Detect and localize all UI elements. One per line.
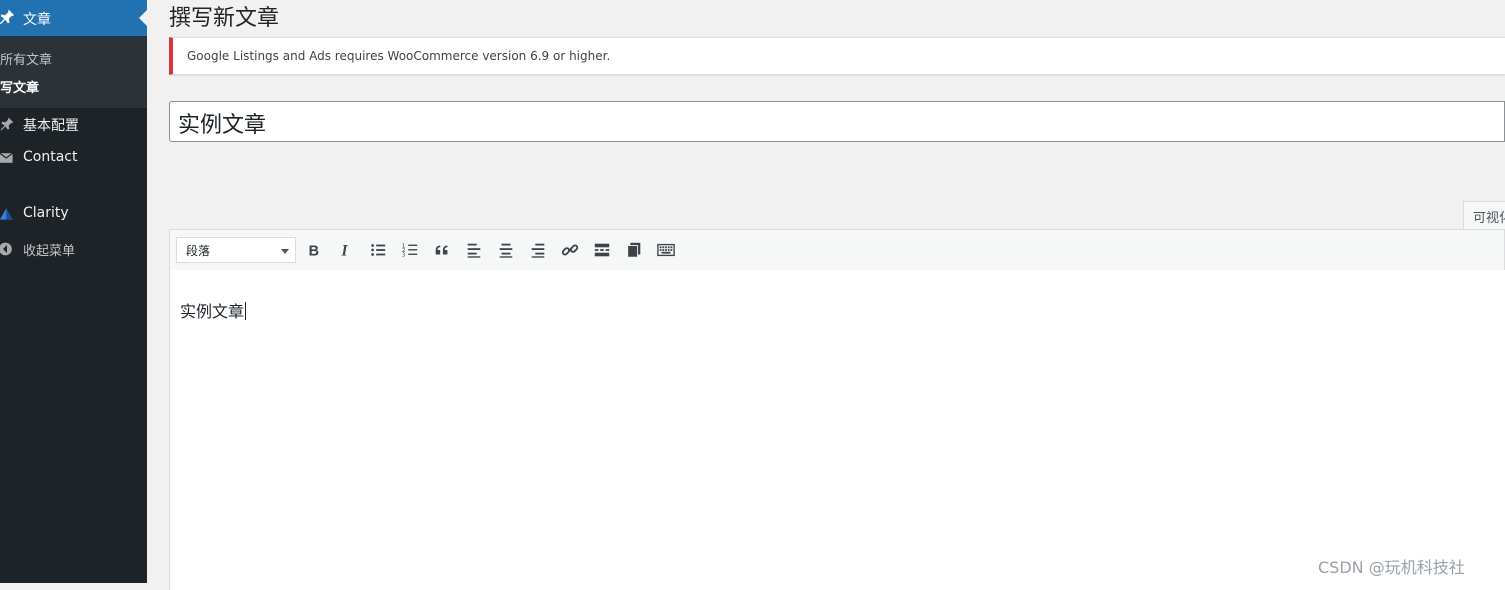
post-title-value: 实例文章 <box>178 113 267 138</box>
clarity-logo-icon <box>0 208 13 220</box>
align-left-icon <box>467 243 481 258</box>
italic-icon: I <box>341 242 349 259</box>
toolbar-toggle-button[interactable] <box>621 237 647 263</box>
post-title-input[interactable]: 实例文章 <box>169 101 1505 142</box>
read-more-icon <box>594 243 610 257</box>
sidebar-item-label: Contact <box>23 149 78 165</box>
editor-content-area[interactable]: 实例文章 <box>169 270 1505 590</box>
svg-text:I: I <box>341 242 349 259</box>
watermark: CSDN @玩机科技社 <box>1318 558 1465 577</box>
envelope-icon <box>0 152 13 163</box>
numbered-list-icon: 123 <box>402 243 418 258</box>
svg-text:3: 3 <box>402 252 405 258</box>
sidebar-collapse-menu[interactable]: 收起菜单 <box>0 237 147 267</box>
page-title: 撰写新文章 <box>169 6 280 31</box>
submenu-add-new[interactable]: 写文章 <box>0 77 39 96</box>
sidebar-item-label: 基本配置 <box>23 118 79 134</box>
notice-text: Google Listings and Ads requires WooComm… <box>187 49 611 63</box>
format-select[interactable]: 段落 <box>176 237 296 263</box>
bold-button[interactable]: B <box>301 237 327 263</box>
sidebar-item-label: Clarity <box>23 205 69 221</box>
keyboard-icon <box>657 243 675 257</box>
svg-text:B: B <box>309 243 319 259</box>
link-button[interactable] <box>557 237 583 263</box>
editor-text: 实例文章 <box>180 302 245 321</box>
sidebar-item-contact[interactable]: Contact <box>0 146 147 176</box>
blockquote-button[interactable] <box>429 237 455 263</box>
tab-visual[interactable]: 可视化 <box>1463 201 1505 231</box>
chevron-down-icon <box>281 249 289 254</box>
align-right-button[interactable] <box>525 237 551 263</box>
pin-icon <box>0 117 14 131</box>
read-more-button[interactable] <box>589 237 615 263</box>
sidebar-item-label: 收起菜单 <box>23 244 76 259</box>
posts-submenu: 所有文章 写文章 <box>0 36 147 108</box>
admin-sidebar: 文章 所有文章 写文章 基本配置 Contact Clarity 收起菜单 <box>0 0 147 583</box>
bulleted-list-icon <box>371 244 386 256</box>
align-right-icon <box>531 243 545 258</box>
collapse-arrow-icon <box>0 242 12 256</box>
menu-posts[interactable]: 文章 <box>0 0 147 36</box>
align-left-button[interactable] <box>461 237 487 263</box>
blockquote-icon <box>435 245 448 255</box>
menu-posts-label: 文章 <box>23 12 51 28</box>
bold-icon: B <box>309 243 319 259</box>
menu-current-arrow <box>139 10 147 26</box>
editor-paragraph: 实例文章 <box>180 298 247 322</box>
format-select-value: 段落 <box>186 244 211 258</box>
align-center-icon <box>499 243 513 258</box>
sidebar-item-clarity[interactable]: Clarity <box>0 202 147 232</box>
editor-toolbar: 段落 B I 123 <box>169 229 1505 271</box>
tab-visual-label: 可视化 <box>1473 211 1505 226</box>
keyboard-shortcuts-button[interactable] <box>653 237 679 263</box>
link-icon <box>561 244 579 256</box>
text-cursor <box>245 302 247 320</box>
italic-button[interactable]: I <box>333 237 359 263</box>
bulleted-list-button[interactable] <box>365 237 391 263</box>
submenu-all-posts[interactable]: 所有文章 <box>0 49 52 68</box>
align-center-button[interactable] <box>493 237 519 263</box>
pin-icon <box>0 9 15 25</box>
sidebar-item-basic-config[interactable]: 基本配置 <box>0 112 147 142</box>
toolbar-toggle-icon <box>627 242 641 258</box>
numbered-list-button[interactable]: 123 <box>397 237 423 263</box>
error-notice: Google Listings and Ads requires WooComm… <box>169 37 1505 75</box>
